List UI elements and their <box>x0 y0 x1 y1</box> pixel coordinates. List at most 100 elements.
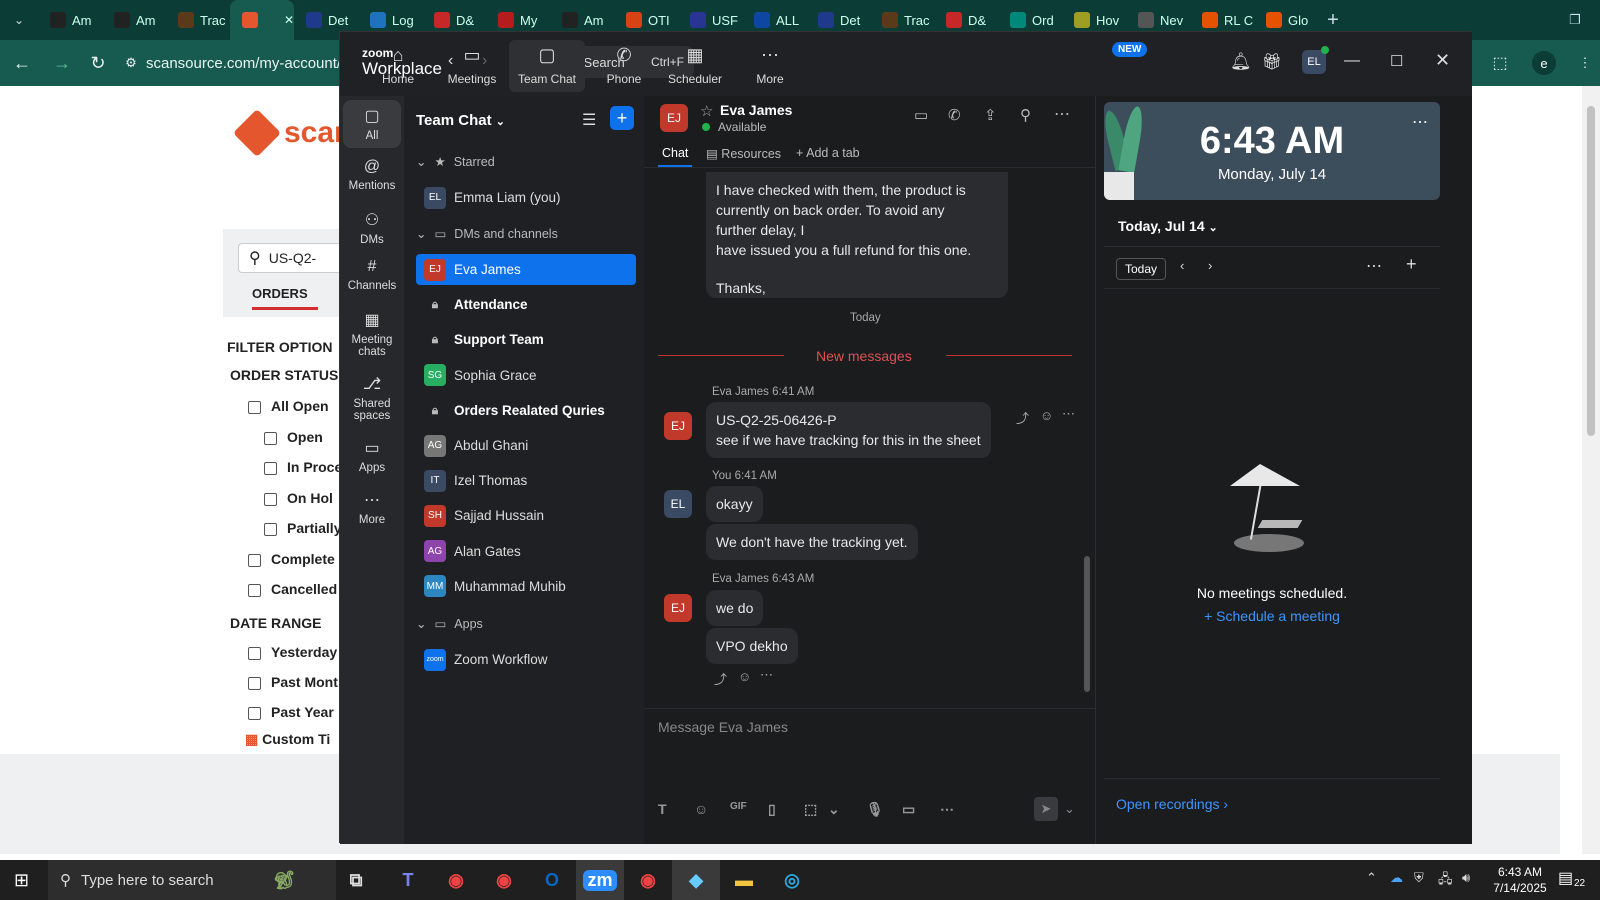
earlier-message-bubble[interactable]: I have checked with them, the product is… <box>706 172 1008 298</box>
nav-meetings[interactable]: ▭ Meetings <box>434 40 510 92</box>
format-text-icon[interactable]: T <box>658 801 667 817</box>
date-range-checkbox[interactable] <box>248 707 261 720</box>
tab-search-icon[interactable]: ⌄ <box>0 0 38 40</box>
zoom-icon[interactable]: zm <box>576 860 624 900</box>
task-view-icon[interactable]: ⧉ <box>332 860 380 900</box>
message-bubble[interactable]: okayy <box>706 486 763 522</box>
list-title[interactable]: Team Chat ⌄ <box>416 112 505 129</box>
more-options-icon[interactable]: ⋯ <box>1054 104 1070 124</box>
chat-list-item[interactable]: 🔒︎ Orders Realated Quries <box>416 395 636 426</box>
rail-shared-spaces[interactable]: ⎇ Shared spaces <box>343 368 401 428</box>
dms-section-header[interactable]: ⌄ ▭ DMs and channels <box>416 226 558 242</box>
message-more-icon[interactable]: ⋯ <box>1062 406 1075 422</box>
next-day-icon[interactable]: › <box>1208 258 1212 273</box>
schedule-meeting-link[interactable]: + Schedule a meeting <box>1096 608 1448 624</box>
page-scrollbar[interactable] <box>1582 86 1600 854</box>
message-input[interactable]: Message Eva James <box>658 719 1078 735</box>
rail-all[interactable]: ▢ All <box>343 100 401 148</box>
restore-window-icon[interactable]: ❐ <box>1550 12 1600 28</box>
chrome-icon[interactable]: ◉ <box>624 860 672 900</box>
reply-icon[interactable]: ⤴ <box>1016 408 1029 427</box>
share-screen-icon[interactable]: ⇪ <box>984 106 997 124</box>
phone-call-icon[interactable]: ✆ <box>948 106 961 124</box>
chat-list-item[interactable]: zoom Zoom Workflow <box>416 644 636 675</box>
new-tab-icon[interactable]: + <box>1318 9 1348 32</box>
day-selector[interactable]: Today, Jul 14 ⌄ <box>1118 218 1218 234</box>
chat-list-item[interactable]: IT Izel Thomas <box>416 465 636 496</box>
message-avatar[interactable]: EJ <box>664 594 692 622</box>
star-outline-icon[interactable]: ☆ <box>700 102 713 120</box>
nav-team-chat[interactable]: ▢ Team Chat <box>509 40 585 92</box>
rail-more[interactable]: ⋯ More <box>343 484 401 532</box>
custom-time-option[interactable]: ▦ Custom Ti <box>245 731 330 748</box>
contact-name[interactable]: Eva James <box>720 102 792 118</box>
url-text[interactable]: scansource.com/my-account/ <box>146 55 341 72</box>
onedrive-icon[interactable]: ☁ <box>1390 870 1403 886</box>
video-call-icon[interactable]: ▭ <box>914 106 928 124</box>
filter-icon[interactable]: ☰ <box>582 110 596 130</box>
order-status-checkbox[interactable] <box>264 462 277 475</box>
browser-tab[interactable]: Am <box>38 0 102 40</box>
widget-more-icon[interactable]: ⋯ <box>1412 112 1428 132</box>
close-icon[interactable]: ✕ <box>1435 50 1450 71</box>
notifications-bell-icon[interactable]: 🔔︎ <box>1230 52 1252 72</box>
chrome-profile-icon[interactable]: ◉ <box>480 860 528 900</box>
order-search-input[interactable]: ⚲ US-Q2- <box>238 243 339 273</box>
add-reaction-icon[interactable]: ☺ <box>738 669 751 684</box>
system-clock[interactable]: 6:43 AM 7/14/2025 <box>1484 864 1556 896</box>
date-range-checkbox[interactable] <box>248 647 261 660</box>
message-more-icon[interactable]: ⋯ <box>760 667 773 683</box>
teams-icon[interactable]: T <box>384 860 432 900</box>
browser-tab[interactable]: Trac <box>166 0 230 40</box>
today-button[interactable]: Today <box>1116 258 1167 280</box>
show-hidden-icons-icon[interactable]: ⌃ <box>1366 870 1377 886</box>
date-range-checkbox[interactable] <box>248 677 261 690</box>
new-chat-button[interactable]: + <box>610 106 634 130</box>
rail-apps[interactable]: ▭ Apps <box>343 432 401 480</box>
windows-start-icon[interactable]: ⊞ <box>14 870 29 891</box>
volume-icon[interactable]: 🔊︎ <box>1462 870 1470 886</box>
emoji-icon[interactable]: ☺ <box>694 801 708 817</box>
rail-dms[interactable]: ⚇ DMs <box>343 204 401 252</box>
chrome-icon[interactable]: ◉ <box>432 860 480 900</box>
browser-tab[interactable]: ✕ <box>230 0 294 40</box>
message-bubble[interactable]: US-Q2-25-06426-P see if we have tracking … <box>706 402 991 458</box>
orders-tab[interactable]: ORDERS <box>252 286 318 310</box>
app-icon[interactable]: ◆ <box>672 860 720 900</box>
chat-list-item[interactable]: EJ Eva James <box>416 254 636 285</box>
order-status-checkbox[interactable] <box>248 554 261 567</box>
add-reaction-icon[interactable]: ☺ <box>1040 408 1053 423</box>
video-message-icon[interactable]: ▭ <box>902 801 915 818</box>
starred-section-header[interactable]: ⌄ ★ Starred <box>416 154 495 170</box>
chat-list-item[interactable]: 🔒︎ Support Team <box>416 324 636 355</box>
outlook-icon[interactable]: O <box>528 860 576 900</box>
back-icon[interactable]: ← <box>0 53 44 74</box>
order-status-checkbox[interactable] <box>248 401 261 414</box>
reply-icon[interactable]: ⤴ <box>714 669 727 688</box>
minimize-icon[interactable]: — <box>1344 52 1360 70</box>
gift-icon[interactable]: 🎁︎ <box>1260 50 1284 74</box>
chat-list-item[interactable]: MM Muhammad Muhib <box>416 571 636 602</box>
browser-menu-icon[interactable]: ⋮ <box>1570 55 1600 71</box>
chat-tab-chat[interactable]: Chat <box>658 146 693 167</box>
chat-list-item[interactable]: EL Emma Liam (you) <box>416 182 636 213</box>
file-icon[interactable]: ▯ <box>768 801 776 818</box>
reload-icon[interactable]: ↻ <box>80 53 116 74</box>
message-avatar[interactable]: EL <box>664 490 692 518</box>
forward-icon[interactable]: → <box>44 53 80 74</box>
message-bubble[interactable]: we do <box>706 590 764 626</box>
previous-day-icon[interactable]: ‹ <box>1180 258 1184 273</box>
send-options-icon[interactable]: ⌄ <box>1064 801 1075 817</box>
add-tab-button[interactable]: + Add a tab <box>796 146 860 160</box>
security-icon[interactable]: ⛨ <box>1414 870 1424 886</box>
order-status-checkbox[interactable] <box>264 432 277 445</box>
maximize-icon[interactable]: ☐ <box>1390 52 1403 70</box>
open-recordings-link[interactable]: Open recordings › <box>1116 796 1228 812</box>
message-bubble[interactable]: VPO dekho <box>706 628 798 664</box>
chat-list-item[interactable]: SG Sophia Grace <box>416 360 636 391</box>
file-explorer-icon[interactable]: ▬ <box>720 860 768 900</box>
nav-scheduler[interactable]: ▦ Scheduler <box>657 40 733 92</box>
gif-icon[interactable]: GIF <box>730 801 747 812</box>
rail-channels[interactable]: # Channels <box>343 252 401 298</box>
extensions-icon[interactable]: ⬚ <box>1482 53 1518 73</box>
